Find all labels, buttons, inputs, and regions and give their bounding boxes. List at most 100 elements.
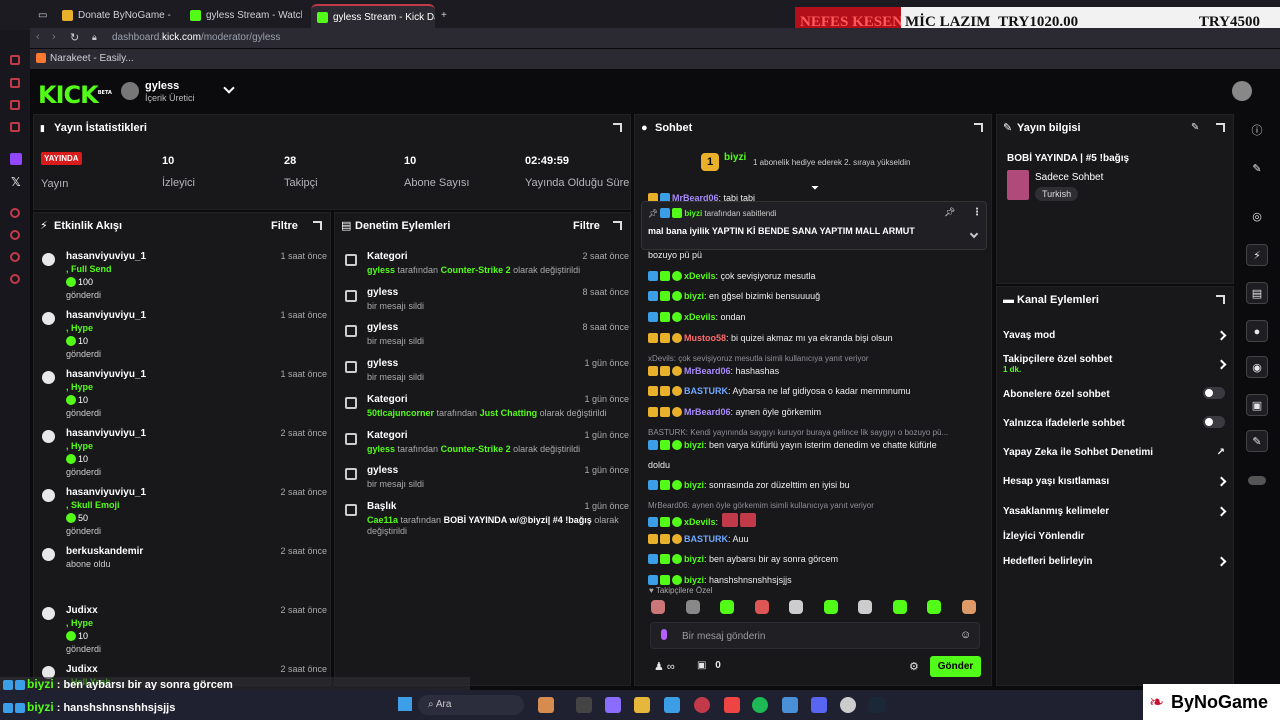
windows-start-icon[interactable] [398,697,412,711]
chat-username[interactable]: Mustoo58 [684,333,726,343]
chat-username[interactable]: xDevils [684,517,716,527]
tab-dashboard[interactable]: gyless Stream - Kick Dash [311,4,435,28]
bolt-icon[interactable]: ⚡︎ [1246,244,1268,266]
twitch-icon[interactable] [10,153,22,165]
pinned-author[interactable]: biyzi [684,209,702,218]
emote-icon[interactable] [685,600,700,614]
stream-category[interactable]: Sadece Sohbet [1035,172,1103,183]
back-icon[interactable]: ‹ [36,31,40,43]
discord-icon[interactable] [811,697,827,713]
sidebar-app-icon[interactable] [10,55,20,65]
emoji-icon[interactable]: ☺ [960,629,971,641]
taskbar-search[interactable]: ⌕ Ara [418,695,524,715]
file-explorer-icon[interactable] [634,697,650,713]
expand-icon[interactable] [974,123,983,132]
channel-action-item[interactable]: İzleyici Yönlendir [1003,531,1225,542]
toggle-switch[interactable] [1203,416,1225,428]
channel-switch-chevron-icon[interactable] [223,82,235,94]
capture-icon[interactable]: ◎ [1246,206,1268,228]
emote-icon[interactable] [961,600,976,614]
tab-manager-icon[interactable]: ▭ [38,4,54,28]
taskbar-app-icon[interactable] [782,697,798,713]
chat-input[interactable]: Bir mesaj gönderin ☺ [650,622,980,649]
toggle-switch[interactable] [1203,387,1225,399]
chat-users-icon[interactable]: ♟ ∞ [654,660,675,673]
obs-icon[interactable] [840,697,856,713]
chat-username[interactable]: xDevils [684,312,716,322]
mic-icon[interactable] [661,629,667,640]
taskbar-app-icon[interactable] [576,697,592,713]
kick-logo[interactable]: KICKBETA [38,81,112,109]
chat-username[interactable]: BASTURK [684,534,728,544]
emote-icon[interactable] [789,600,803,614]
chat-username[interactable]: biyzi [684,480,704,490]
emote-icon[interactable] [754,600,769,614]
activity-user[interactable]: hasanviyuviyu_1 [66,487,146,498]
spotify-icon[interactable] [752,697,768,713]
settings-icon[interactable] [10,274,20,284]
emote-icon[interactable] [858,600,872,614]
emote-icon[interactable] [823,600,838,614]
unpin-icon[interactable]: 📌︎ [944,207,955,218]
activity-user[interactable]: berkuskandemir [66,546,143,557]
activity-user[interactable]: hasanviyuviyu_1 [66,428,146,439]
info-icon[interactable]: ⓘ [1246,120,1268,142]
expand-icon[interactable] [1216,295,1225,304]
moderation-filter-button[interactable]: Filtre [573,220,600,232]
moderation-actor[interactable]: gyless [367,265,395,275]
chat-username[interactable]: BASTURK [684,386,728,396]
expand-icon[interactable] [1216,123,1225,132]
edit-icon[interactable]: ✎ [1191,122,1199,133]
more-options-icon[interactable]: ⋮ [972,207,982,218]
activity-user[interactable]: Judixx [66,664,98,675]
channel-action-item[interactable]: Yalnızca ifadelerle sohbet [1003,416,1225,429]
external-link-icon[interactable]: ↗ [1217,447,1225,458]
chat-username[interactable]: biyzi [684,440,704,450]
moderation-icon[interactable]: ▣ [1246,394,1268,416]
wrench-icon[interactable]: ✎ [1246,430,1268,452]
channel-action-item[interactable]: Hedefleri belirleyin [1003,556,1227,567]
emote-icon[interactable] [927,600,941,614]
channel-action-item[interactable]: Hesap yaşı kısıtlaması [1003,476,1227,487]
activity-user[interactable]: hasanviyuviyu_1 [66,369,146,380]
send-button[interactable]: Gönder [930,656,981,677]
url-field[interactable]: dashboard.kick.com/moderator/gyless [112,32,280,43]
chat-username[interactable]: biyzi [684,291,704,301]
chat-icon[interactable]: ● [1246,320,1268,342]
activity-filter-button[interactable]: Filtre [271,220,298,232]
sidebar-app-icon[interactable] [10,122,20,132]
forward-icon[interactable]: › [52,31,56,43]
expand-icon[interactable] [613,123,622,132]
channel-action-item[interactable]: Yapay Zeka ile Sohbet Denetimi ↗ [1003,447,1225,458]
taskbar-app-icon[interactable] [605,697,621,713]
activity-user[interactable]: hasanviyuviyu_1 [66,310,146,321]
broadcast-icon[interactable]: ◉ [1246,356,1268,378]
expand-icon[interactable] [613,221,622,230]
bookmark-narakeet[interactable]: Narakeet - Easily... [50,53,134,64]
activity-user[interactable]: hasanviyuviyu_1 [66,251,146,262]
chat-username[interactable]: MrBeard06 [684,407,731,417]
x-icon[interactable]: 𝕏 [11,175,21,189]
chat-settings-icon[interactable]: ⚙ [909,660,919,673]
chat-slowmode-counter[interactable]: ▣ 0 [697,660,721,671]
steam-icon[interactable] [869,697,885,713]
moderation-actor[interactable]: Cae11a [367,515,398,525]
activity-user[interactable]: Judixx [66,605,98,616]
emote-icon[interactable] [892,600,907,614]
tab-donate[interactable]: Donate ByNoGame - Strea [56,4,172,28]
chat-username[interactable]: biyzi [684,554,704,564]
taskbar-app-icon[interactable] [664,697,680,713]
expand-icon[interactable] [313,221,322,230]
chat-username[interactable]: xDevils [684,271,716,281]
edit-icon[interactable]: ✎ [1246,158,1268,180]
history-icon[interactable] [10,230,20,240]
chat-filter-icon[interactable]: ⏷ [811,183,819,194]
user-avatar[interactable] [1232,81,1252,101]
taskbar-app-icon[interactable] [724,697,740,713]
channel-action-item[interactable]: Yavaş mod [1003,330,1227,341]
toggle-icon[interactable] [1246,470,1268,492]
channel-action-item[interactable]: Takipçilere özel sohbet 1 dk. [1003,354,1227,374]
sidebar-app-icon[interactable] [10,252,20,262]
reload-icon[interactable]: ↻ [70,31,79,44]
channel-action-item[interactable]: Yasaklanmış kelimeler [1003,506,1227,517]
